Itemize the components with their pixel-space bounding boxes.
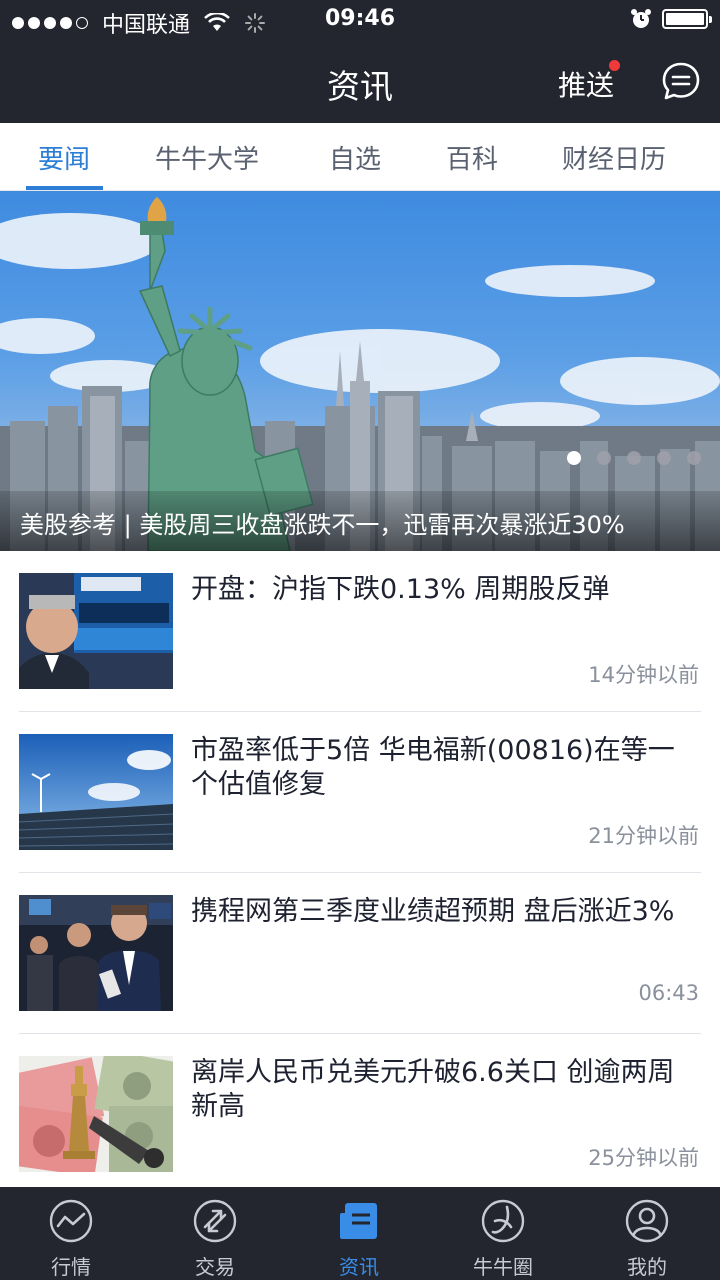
alarm-clock-icon — [631, 9, 651, 28]
tab-finance-calendar[interactable]: 财经日历 — [562, 139, 666, 176]
pager-dot — [597, 451, 611, 465]
trader-photo-thumbnail — [19, 573, 173, 689]
bottom-tab-label: 我的 — [627, 1255, 667, 1279]
bottom-tab-label: 牛牛圈 — [473, 1255, 533, 1279]
news-time: 25分钟以前 — [588, 1146, 699, 1170]
tab-watchlist[interactable]: 自选 — [329, 139, 381, 176]
push-button[interactable]: 推送 — [558, 64, 614, 104]
notification-badge — [609, 60, 620, 71]
news-icon — [340, 1203, 377, 1239]
banner-caption: 美股参考 | 美股周三收盘涨跌不一，迅雷再次暴涨近30% — [20, 511, 625, 539]
news-item[interactable]: 离岸人民币兑美元升破6.6关口 创逾两周新高 25分钟以前 — [0, 1034, 720, 1195]
bottom-tab-label: 资讯 — [339, 1255, 379, 1279]
bottom-tab-trade[interactable]: 交易 — [155, 1187, 275, 1280]
status-bar: 中国联通 09:46 — [0, 0, 720, 40]
profile-icon — [625, 1199, 669, 1243]
battery-icon — [662, 9, 712, 29]
solar-farm-thumbnail — [19, 734, 173, 850]
trade-arrows-icon — [193, 1199, 237, 1243]
tab-niuniu-university[interactable]: 牛牛大学 — [155, 139, 259, 176]
banner-pager — [567, 451, 701, 465]
news-title: 开盘：沪指下跌0.13% 周期股反弹 — [191, 574, 610, 605]
news-time: 14分钟以前 — [588, 663, 699, 687]
news-item[interactable]: 市盈率低于5倍 华电福新(00816)在等一个估值修复 21分钟以前 — [0, 712, 720, 873]
tab-encyclopedia[interactable]: 百科 — [446, 139, 498, 176]
bottom-tab-profile[interactable]: 我的 — [587, 1187, 707, 1280]
category-tabs: 要闻 牛牛大学 自选 百科 财经日历 — [0, 123, 720, 191]
bottom-tab-market[interactable]: 行情 — [11, 1187, 131, 1280]
status-time: 09:46 — [324, 6, 396, 31]
featured-banner[interactable]: 美股参考 | 美股周三收盘涨跌不一，迅雷再次暴涨近30% — [0, 191, 720, 551]
news-title: 携程网第三季度业绩超预期 盘后涨近3% — [191, 896, 675, 927]
bottom-tab-label: 交易 — [195, 1255, 235, 1279]
community-circle-icon — [481, 1199, 525, 1243]
pager-dot-active — [567, 451, 581, 465]
tab-headlines[interactable]: 要闻 — [38, 139, 90, 176]
news-item[interactable]: 携程网第三季度业绩超预期 盘后涨近3% 06:43 — [0, 873, 720, 1034]
currency-chess-thumbnail — [19, 1056, 173, 1172]
bottom-tab-news[interactable]: 资讯 — [299, 1187, 419, 1280]
news-time: 06:43 — [638, 981, 699, 1005]
market-chart-icon — [49, 1199, 93, 1243]
news-title: 离岸人民币兑美元升破6.6关口 创逾两周新高 — [191, 1057, 675, 1122]
news-item[interactable]: 开盘：沪指下跌0.13% 周期股反弹 14分钟以前 — [0, 551, 720, 712]
nav-bar: 资讯 推送 — [0, 40, 720, 123]
pager-dot — [657, 451, 671, 465]
active-tab-indicator — [26, 186, 103, 190]
status-right — [630, 8, 712, 30]
bottom-tab-community[interactable]: 牛牛圈 — [443, 1187, 563, 1280]
pager-dot — [627, 451, 641, 465]
bottom-tab-label: 行情 — [51, 1255, 91, 1279]
message-bubble-icon[interactable] — [661, 61, 701, 101]
news-time: 21分钟以前 — [588, 824, 699, 848]
bottom-tab-bar: 行情 交易 资讯 牛牛圈 我的 — [0, 1187, 720, 1280]
trading-floor-thumbnail — [19, 895, 173, 1011]
news-title: 市盈率低于5倍 华电福新(00816)在等一个估值修复 — [191, 735, 675, 800]
pager-dot — [687, 451, 701, 465]
